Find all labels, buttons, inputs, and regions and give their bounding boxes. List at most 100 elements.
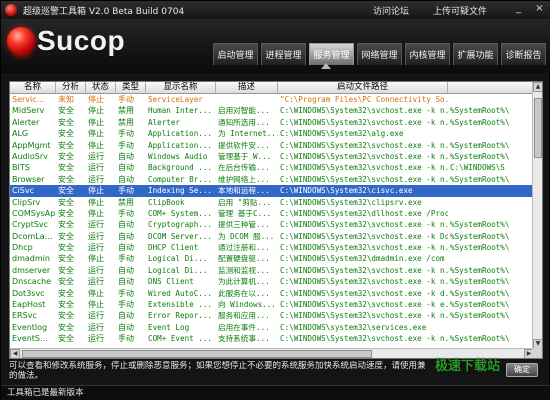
- tab-kernel[interactable]: 内核管理: [405, 43, 450, 65]
- table-cell: 手动: [118, 95, 134, 104]
- service-table: 名称 分析 状态 类型 显示名称 描述 启动文件路径 Servic... 未知 停止 手动 Serv…: [9, 81, 543, 359]
- column-header[interactable]: [448, 82, 534, 94]
- table-cell: Human Inter...: [148, 106, 213, 116]
- tab-network[interactable]: 网络管理: [357, 43, 402, 65]
- tab-process[interactable]: 进程管理: [261, 43, 306, 65]
- table-cell: 停止: [88, 186, 104, 196]
- minimize-button[interactable]: _: [512, 4, 525, 15]
- table-cell: 向 Windows...: [218, 300, 276, 310]
- table-cell: 运行: [88, 163, 104, 173]
- column-header[interactable]: 描述: [216, 82, 278, 94]
- table-cell: 自动: [118, 277, 134, 287]
- table-cell: 启用对智能...: [218, 106, 270, 116]
- table-cell: [448, 197, 534, 208]
- table-row[interactable]: AudioSrv 安全 运行 自动 Windows Audio 管理基于 W... C:\W…: [10, 151, 534, 162]
- tab-extensions[interactable]: 扩展功能: [453, 43, 498, 65]
- window-title: 超级巡警工具箱 V2.0 Beta Build 0704: [23, 6, 185, 17]
- table-row[interactable]: Eventlog 安全 运行 自动 Event Log 启用在事件... C:\WINDOW…: [10, 322, 534, 333]
- table-row[interactable]: ERSvc 安全 运行 自动 Error Repor... 服务和应用... C:\WIND…: [10, 310, 534, 321]
- table-row[interactable]: dmserver 安全 运行 自动 Logical Di... 监测和监视... C:\WI…: [10, 265, 534, 276]
- table-cell: 为 Internet...: [218, 129, 278, 139]
- table-row[interactable]: AppMgmt 安全 停止 手动 Application... 提供软件安... C:\WI…: [10, 140, 534, 151]
- table-cell: 为此计算机...: [218, 277, 270, 287]
- forum-link[interactable]: 访问论坛: [373, 4, 409, 17]
- table-row[interactable]: Dot3svc 安全 停止 手动 Wired AutoC... 此服务在以... C:\WI…: [10, 288, 534, 299]
- title-bar[interactable]: 超级巡警工具箱 V2.0 Beta Build 0704 访问论坛 上传可疑文件…: [1, 1, 550, 19]
- upload-link[interactable]: 上传可疑文件: [433, 4, 487, 17]
- table-cell: 此服务在以...: [218, 288, 270, 298]
- table-cell: AudioSrv: [12, 151, 48, 161]
- main-tabs: 启动管理 进程管理 服务管理 网络管理 内核管理 扩展功能 诊断报告: [213, 43, 546, 65]
- table-row[interactable]: BITS 安全 运行 自动 Background ... 在后台传输... C:\WINDO…: [10, 162, 534, 173]
- ok-button[interactable]: 确定: [506, 363, 538, 377]
- table-row[interactable]: Browser 安全 运行 自动 Computer Br... 维护网络上... C:\WI…: [10, 174, 534, 185]
- table-cell: 停止: [88, 106, 104, 116]
- table-row[interactable]: dmadmin 安全 停止 手动 Logical Di... 配置硬盘驱... C:\WIN…: [10, 253, 534, 264]
- table-cell: Alerter: [12, 117, 40, 127]
- table-cell: %SystemRoot%\: [450, 265, 510, 275]
- table-cell: ClipSrv: [12, 197, 41, 207]
- table-cell: 自动: [118, 231, 134, 241]
- table-cell: C:\WINDOWS\System32\svchost.exe -k n...: [280, 311, 448, 321]
- tab-diagnostics[interactable]: 诊断报告: [501, 43, 546, 65]
- horizontal-scroll-thumb[interactable]: [22, 350, 372, 358]
- table-cell: 安全: [58, 322, 74, 332]
- table-cell: 停止: [88, 254, 104, 264]
- column-header[interactable]: 启动文件路径: [278, 82, 448, 94]
- vertical-scrollbar[interactable]: ▲ ▼: [532, 82, 542, 349]
- scroll-left-icon[interactable]: ◀: [10, 349, 20, 358]
- table-cell: C:\WINDOWS\System32\svchost.exe -k e...: [280, 300, 448, 310]
- column-header[interactable]: 分析: [56, 82, 86, 94]
- table-row[interactable]: EventS... 安全 运行 手动 COM+ Event ... 支持系统事... C:\…: [10, 333, 534, 344]
- scroll-up-icon[interactable]: ▲: [533, 82, 542, 92]
- table-cell: 停止: [88, 129, 104, 139]
- table-cell: 手动: [118, 254, 134, 264]
- table-cell: Event Log: [148, 322, 190, 332]
- table-cell: Logical Di...: [148, 254, 208, 264]
- column-header[interactable]: 显示名称: [146, 82, 216, 94]
- table-cell: 停止: [88, 95, 104, 104]
- column-header[interactable]: 状态: [86, 82, 116, 94]
- table-cell: Application...: [148, 140, 213, 150]
- column-header[interactable]: 类型: [116, 82, 146, 94]
- table-cell: Background ...: [148, 163, 213, 173]
- table-cell: %SystemRoot%\: [450, 277, 510, 287]
- table-cell: 停止: [88, 208, 104, 218]
- table-cell: COM+ Event ...: [148, 334, 213, 344]
- table-cell: 自动: [118, 174, 134, 184]
- vertical-scroll-thumb[interactable]: [534, 98, 542, 158]
- watermark-text: 极速下载站: [435, 359, 501, 374]
- table-row[interactable]: Dhcp 安全 运行 自动 DHCP Client 通过注册和... C:\WINDOWS\…: [10, 242, 534, 253]
- table-row[interactable]: Alerter 安全 停止 禁用 Alerter 通知所选用... C:\WINDOWS\S…: [10, 117, 534, 128]
- table-cell: Eventlog: [12, 322, 48, 332]
- table-cell: 禁用: [118, 197, 134, 207]
- table-row[interactable]: COMSysApp 安全 停止 手动 COM+ System... 管理 基于C... C:…: [10, 208, 534, 219]
- table-cell: 管理基于 W...: [218, 151, 272, 161]
- table-cell: C:\WINDOWS\System32\svchost.exe -k n...: [280, 174, 448, 184]
- app-icon: [5, 4, 17, 16]
- table-cell: AppMgmt: [12, 140, 51, 150]
- table-row-selected[interactable]: CiSvc 安全 停止 手动 Indexing Se... 本地和远程... C:\WIND…: [10, 185, 534, 197]
- table-cell: C:\WINDOWS\System32\svchost.exe -k n...: [280, 106, 448, 116]
- column-header[interactable]: 名称: [10, 82, 56, 94]
- table-cell: 安全: [58, 288, 74, 298]
- table-row[interactable]: Dnscache 安全 运行 自动 DNS Client 为此计算机... C:\WINDO…: [10, 276, 534, 287]
- table-cell: 禁用: [118, 117, 134, 127]
- table-row[interactable]: Servic... 未知 停止 手动 ServiceLayer "C:\Program F…: [10, 94, 534, 105]
- table-cell: 手动: [118, 186, 134, 196]
- table-cell: %SystemRoot%\: [450, 220, 510, 230]
- table-cell: 启用在事件...: [218, 322, 270, 332]
- table-row[interactable]: EapHost 安全 停止 手动 Extensible ... 向 Windows... C…: [10, 299, 534, 310]
- table-cell: C:\WINDOWS\System32\svchost.exe -k n...: [280, 163, 448, 173]
- table-row[interactable]: ALG 安全 停止 手动 Application... 为 Internet... C:\W…: [10, 128, 534, 139]
- close-button[interactable]: ×: [533, 4, 546, 15]
- table-row[interactable]: DcomLa... 安全 运行 自动 DCOM Server... 为 DCOM 服...…: [10, 231, 534, 242]
- table-row[interactable]: ClipSrv 安全 停止 禁用 ClipBook 启用 "剪贴... C:\WINDOWS…: [10, 197, 534, 208]
- tab-startup[interactable]: 启动管理: [213, 43, 258, 65]
- table-row[interactable]: MidServ 安全 停止 禁用 Human Inter... 启用对智能... C:\WI…: [10, 105, 534, 116]
- app-window: 超级巡警工具箱 V2.0 Beta Build 0704 访问论坛 上传可疑文件…: [0, 0, 550, 400]
- table-cell: 提供三种管...: [218, 220, 270, 230]
- table-row[interactable]: CryptSvc 安全 运行 自动 Cryptograph... 提供三种管... C:\W…: [10, 219, 534, 230]
- tab-service[interactable]: 服务管理: [309, 43, 354, 65]
- logo: Sucop: [7, 25, 125, 57]
